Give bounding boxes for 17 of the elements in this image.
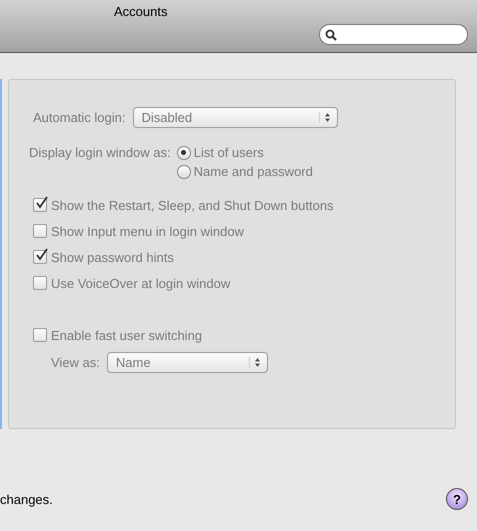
checkbox-label: Show Input menu in login window bbox=[51, 224, 244, 238]
field-label: Display login window as: bbox=[29, 145, 171, 160]
stepper-arrows-icon bbox=[318, 112, 330, 123]
search-field[interactable] bbox=[319, 24, 468, 45]
field-label: View as: bbox=[51, 355, 100, 370]
search-icon bbox=[325, 28, 337, 40]
checkbox-label: Enable fast user switching bbox=[51, 328, 202, 342]
checkbox-label: Show the Restart, Sleep, and Shut Down buttons bbox=[51, 198, 334, 212]
radio-label: Name and password bbox=[194, 164, 313, 179]
field-label: Automatic login: bbox=[33, 110, 126, 125]
footer-text: changes. bbox=[0, 492, 53, 506]
checkbox-label: Use VoiceOver at login window bbox=[51, 276, 230, 290]
radio-label: List of users bbox=[194, 145, 264, 160]
window-title: Accounts bbox=[114, 4, 168, 19]
checkbox-label: Show password hints bbox=[51, 250, 174, 264]
stepper-arrows-icon bbox=[248, 357, 261, 368]
help-button[interactable]: ? bbox=[446, 488, 468, 510]
